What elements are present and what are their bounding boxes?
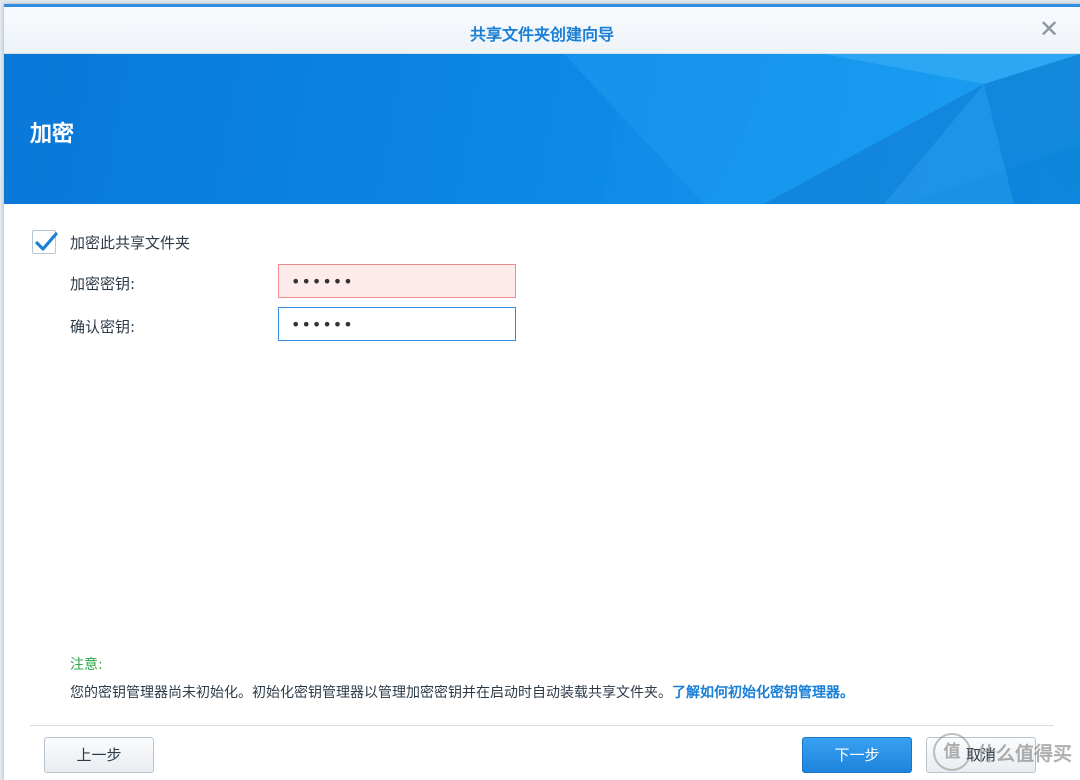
dialog-title: 共享文件夹创建向导 <box>469 25 614 44</box>
encrypt-checkbox-label: 加密此共享文件夹 <box>70 233 191 252</box>
key-label: 加密密钥: <box>70 275 136 293</box>
wizard-content: 加密此共享文件夹 加密密钥: 确认密钥: 注意: 您的密钥管理器尚未初始化。初始… <box>4 204 1080 779</box>
encryption-key-input[interactable] <box>278 264 516 298</box>
checkmark-icon <box>35 232 58 251</box>
encrypt-checkbox[interactable] <box>32 230 58 254</box>
footer-divider <box>30 725 1054 726</box>
confirm-key-input[interactable] <box>278 307 516 341</box>
banner-decoration <box>564 54 1080 204</box>
prev-button[interactable]: 上一步 <box>44 737 154 773</box>
note-title: 注意: <box>70 657 103 673</box>
close-icon[interactable]: ✕ <box>1036 16 1062 42</box>
step-title: 加密 <box>30 122 75 147</box>
watermark-logo: 值 <box>932 733 971 771</box>
key-manager-help-link[interactable]: 了解如何初始化密钥管理器。 <box>672 685 854 701</box>
wizard-dialog: 共享文件夹创建向导 ✕ 加密 加密此共享文件夹 加密密钥: 确认密钥: 注意: <box>4 4 1080 780</box>
step-banner: 加密 <box>4 54 1080 204</box>
title-bar: 共享文件夹创建向导 ✕ <box>4 7 1080 54</box>
note-message: 您的密钥管理器尚未初始化。初始化密钥管理器以管理加密密钥并在启动时自动装载共享文… <box>70 685 672 701</box>
next-button[interactable]: 下一步 <box>802 737 912 773</box>
note-text: 您的密钥管理器尚未初始化。初始化密钥管理器以管理加密密钥并在启动时自动装载共享文… <box>70 682 854 702</box>
confirm-key-label: 确认密钥: <box>70 318 136 336</box>
encrypt-checkbox-row: 加密此共享文件夹 <box>32 230 190 254</box>
watermark: 值 什么值得买 <box>932 733 1072 771</box>
watermark-text: 什么值得买 <box>976 742 1072 765</box>
